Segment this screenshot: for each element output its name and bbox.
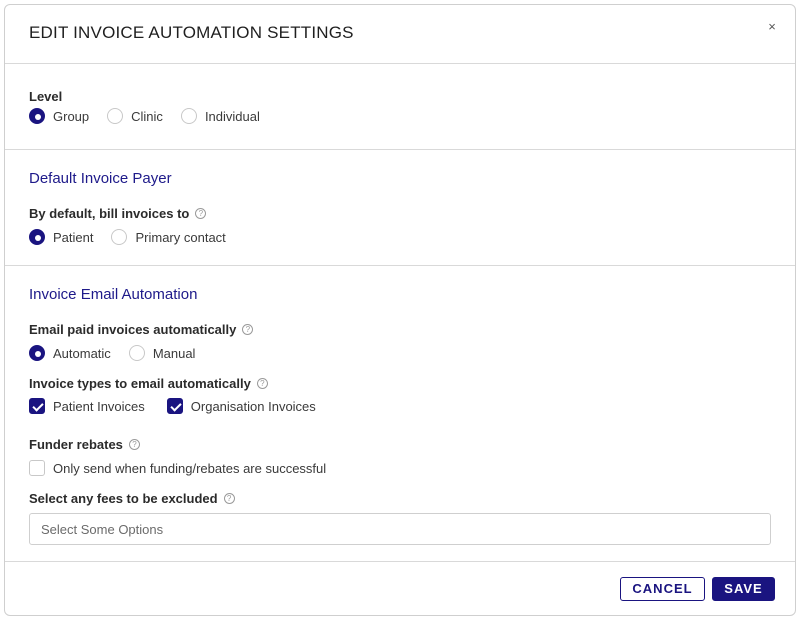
help-icon[interactable]: ? (195, 208, 207, 219)
payer-radio-primary-contact-option[interactable]: Primary contact (111, 229, 226, 245)
checkbox-label: Patient Invoices (53, 398, 145, 414)
invoice-types-label: Invoice types to email automatically ? (29, 376, 268, 391)
checkbox[interactable] (166, 398, 183, 414)
funder-rebates-label: Funder rebates ? (29, 437, 140, 452)
checkbox[interactable] (29, 460, 45, 476)
excluded-fees-label: Select any fees to be excluded ? (29, 491, 235, 506)
excluded-fees-label-text: Select any fees to be excluded (29, 491, 218, 506)
invoice-payer-section: Default Invoice Payer By default, bill i… (5, 150, 795, 266)
payer-radio-patient-option[interactable]: Patient (29, 229, 93, 245)
level-option-label: Clinic (131, 108, 163, 124)
invoice-types-checkbox-group: Patient Invoices Organisation Invoices (29, 398, 334, 414)
level-option-label: Individual (204, 108, 260, 124)
email-radio-automatic-option[interactable]: Automatic (29, 345, 111, 361)
invoice-automation-modal: EDIT INVOICE AUTOMATION SETTINGS × Level… (4, 4, 796, 616)
invoice-types-label-text: Invoice types to email automatically (29, 376, 251, 391)
level-label: Level (29, 89, 62, 104)
patient-invoices-option[interactable]: Patient Invoices (29, 398, 145, 414)
organisation-invoices-option[interactable]: Organisation Invoices (166, 398, 316, 414)
email-radio-manual-option[interactable]: Manual (128, 345, 196, 361)
payer-label: By default, bill invoices to ? (29, 206, 207, 221)
level-label-text: Level (29, 89, 63, 104)
funder-rebates-checkbox-group: Only send when funding/rebates are succe… (29, 460, 344, 476)
close-icon[interactable]: × (765, 19, 779, 35)
level-radio-group-option[interactable]: Group (29, 108, 89, 124)
save-button[interactable]: SAVE (712, 577, 775, 601)
payer-label-text: By default, bill invoices to (29, 206, 190, 221)
modal-footer: CANCEL SAVE (5, 562, 795, 617)
email-paid-label-text: Email paid invoices automatically (29, 322, 237, 337)
help-icon[interactable]: ? (128, 439, 140, 450)
email-paid-label: Email paid invoices automatically ? (29, 322, 254, 337)
radio-button[interactable] (29, 345, 45, 361)
invoice-email-section: Invoice Email Automation Email paid invo… (5, 266, 795, 562)
help-icon[interactable]: ? (223, 493, 235, 504)
funder-rebates-label-text: Funder rebates (29, 437, 123, 452)
radio-button[interactable] (180, 108, 197, 124)
radio-button[interactable] (29, 108, 45, 124)
radio-button[interactable] (107, 108, 124, 124)
level-radio-individual-option[interactable]: Individual (180, 108, 260, 124)
level-radio-group: Group Clinic Individual (29, 108, 278, 124)
cancel-button[interactable]: CANCEL (620, 577, 705, 601)
help-icon[interactable]: ? (256, 378, 268, 389)
payer-radio-group: Patient Primary contact (29, 229, 244, 245)
payer-option-label: Primary contact (135, 229, 226, 245)
modal-header: EDIT INVOICE AUTOMATION SETTINGS × (5, 5, 795, 64)
email-option-label: Manual (152, 345, 196, 361)
level-section: Level Group Clinic Individual (5, 65, 795, 150)
help-icon[interactable]: ? (242, 324, 254, 335)
modal-title: EDIT INVOICE AUTOMATION SETTINGS (29, 23, 354, 42)
radio-button[interactable] (128, 345, 145, 361)
excluded-fees-multiselect[interactable]: Select Some Options (29, 513, 771, 545)
checkbox[interactable] (29, 398, 45, 414)
checkbox-label: Organisation Invoices (190, 398, 316, 414)
section-title: Invoice Email Automation (29, 286, 198, 303)
section-title: Default Invoice Payer (29, 170, 172, 187)
level-option-label: Group (53, 108, 90, 124)
email-option-label: Automatic (53, 345, 111, 361)
radio-button[interactable] (111, 229, 128, 245)
rebates-successful-option[interactable]: Only send when funding/rebates are succe… (29, 460, 326, 476)
payer-option-label: Patient (53, 229, 94, 245)
level-radio-clinic-option[interactable]: Clinic (107, 108, 163, 124)
checkbox-label: Only send when funding/rebates are succe… (53, 460, 327, 476)
email-paid-radio-group: Automatic Manual (29, 345, 213, 361)
radio-button[interactable] (29, 229, 45, 245)
